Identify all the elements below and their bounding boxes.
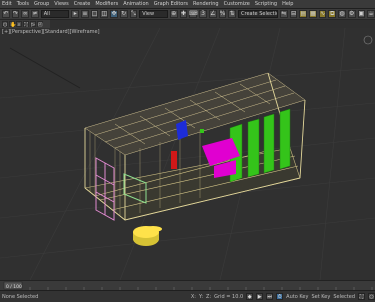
undo-icon[interactable]: ↶ (2, 10, 10, 18)
render-production-icon[interactable]: ☕ (367, 10, 375, 18)
menu-views[interactable]: Views (54, 0, 68, 9)
key-filter-selected[interactable]: Selected (333, 294, 355, 300)
link-icon[interactable]: ∞ (21, 10, 30, 18)
redo-icon[interactable]: ↷ (11, 10, 20, 18)
time-config-icon[interactable]: ⏱ (276, 293, 284, 300)
zoom-icon[interactable]: ⌕ (16, 21, 22, 28)
selection-status: None Selected (2, 293, 39, 300)
select-manipulate-icon[interactable]: ✚ (179, 10, 188, 18)
selection-filter-dropdown[interactable]: All (40, 10, 70, 18)
orbit-viewport-icon[interactable]: ○ (368, 293, 375, 300)
menu-edit[interactable]: Edit (2, 0, 12, 9)
snaps-toggle-icon[interactable]: 3 (199, 10, 207, 18)
select-by-name-icon[interactable]: ≡ (81, 10, 89, 18)
main-toolbar: ↶ ↷ ∞ ≠ All ▸ ≡ □ ◫ ✥ ↻ ⤡ View ⊕ ✚ ⌨ 3 ∠… (0, 9, 375, 20)
set-key-button[interactable]: Set Key (311, 294, 330, 300)
select-object-icon[interactable]: ▸ (71, 10, 80, 18)
reference-coordinate-dropdown[interactable]: View (139, 10, 168, 18)
menu-modifiers[interactable]: Modifiers (95, 0, 118, 9)
menu-group[interactable]: Group (34, 0, 49, 9)
menu-scripting[interactable]: Scripting (255, 0, 277, 9)
ground-grid (0, 28, 375, 280)
small-green-object (200, 129, 204, 133)
zoom-extents-icon[interactable]: ⛶ (23, 21, 29, 28)
z-coordinate-label: Z: (206, 293, 212, 300)
zoom-extents-all-icon[interactable]: ⛶ (358, 293, 365, 300)
rotate-icon[interactable]: ↻ (119, 10, 128, 18)
scene-explorer-icon[interactable]: ▦ (309, 10, 317, 18)
y-coordinate-label: Y: (198, 293, 204, 300)
pan-icon[interactable]: ✋ (9, 21, 16, 28)
perspective-viewport[interactable]: [+][Perspective][Standard][Wireframe] (0, 28, 375, 280)
keyboard-shortcut-icon[interactable]: ⌨ (189, 10, 198, 18)
rect-selection-icon[interactable]: □ (90, 10, 99, 18)
menu-help[interactable]: Help (282, 0, 293, 9)
menu-customize[interactable]: Customize (224, 0, 250, 9)
unlink-icon[interactable]: ≠ (31, 10, 39, 18)
field-of-view-icon[interactable]: ▷ (30, 21, 36, 28)
material-editor-icon[interactable]: ◍ (338, 10, 346, 18)
next-frame-icon[interactable]: ⏭ (266, 293, 274, 300)
layer-explorer-icon[interactable]: ▤ (299, 10, 308, 18)
menu-rendering[interactable]: Rendering (193, 0, 219, 9)
angle-snap-icon[interactable]: ∠ (208, 10, 217, 18)
scale-icon[interactable]: ⤡ (129, 10, 138, 18)
viewport-scene (0, 28, 375, 280)
secondary-toolbar: ○ ✋ ⌕ ⛶ ▷ ◰ (0, 20, 50, 28)
mirror-icon[interactable]: ⇋ (280, 10, 288, 18)
status-bar: None Selected X: Y: Z: Grid = 10.0 ◆ ▶ ⏭… (0, 290, 375, 302)
orbit-icon[interactable]: ○ (2, 21, 8, 28)
pivot-icon[interactable]: ⊕ (169, 10, 178, 18)
spinner-snap-icon[interactable]: ⇅ (228, 10, 237, 18)
x-coordinate-label: X: (190, 293, 196, 300)
yellow-cylinder (133, 226, 162, 246)
percent-snap-icon[interactable]: % (218, 10, 227, 18)
play-icon[interactable]: ▶ (256, 293, 264, 300)
maximize-viewport-icon[interactable]: ◰ (37, 21, 43, 28)
align-icon[interactable]: ⊟ (289, 10, 298, 18)
auto-key-button[interactable]: Auto Key (286, 294, 308, 300)
named-selection-sets-field[interactable]: Create Selection Se (238, 10, 279, 18)
render-setup-icon[interactable]: ⚙ (347, 10, 356, 18)
schematic-view-icon[interactable]: ⧉ (328, 10, 337, 18)
menu-graph-editors[interactable]: Graph Editors (154, 0, 188, 9)
window-crossing-icon[interactable]: ◫ (100, 10, 109, 18)
menubar: Edit Tools Group Views Create Modifiers … (0, 0, 375, 9)
menu-create[interactable]: Create (74, 0, 91, 9)
viewport-gizmo[interactable] (363, 35, 373, 45)
curve-editor-icon[interactable]: ∿ (318, 10, 327, 18)
move-icon[interactable]: ✥ (110, 10, 118, 18)
red-object (171, 151, 177, 169)
menu-tools[interactable]: Tools (17, 0, 29, 9)
grid-size: Grid = 10.0 (214, 293, 244, 300)
rendered-frame-icon[interactable]: ▣ (357, 10, 366, 18)
menu-animation[interactable]: Animation (123, 0, 149, 9)
key-mode-icon[interactable]: ◆ (246, 293, 254, 300)
